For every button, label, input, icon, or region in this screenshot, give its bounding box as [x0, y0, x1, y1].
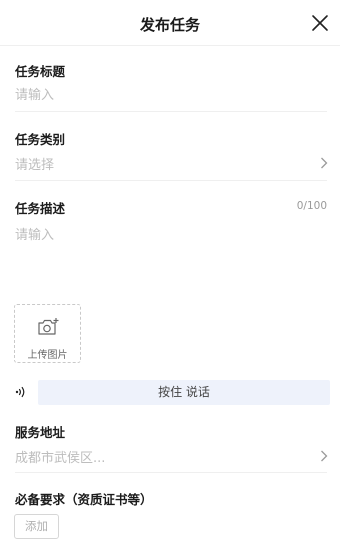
hold-to-talk-button[interactable]: 按住 说话	[38, 380, 330, 405]
upload-image-label: 上传图片	[27, 350, 68, 361]
divider	[15, 180, 327, 181]
service-address-select[interactable]: 成都市武侯区...	[15, 447, 315, 466]
char-counter: 0/100	[296, 200, 327, 212]
divider	[15, 111, 327, 112]
voice-wave-icon	[15, 386, 25, 398]
header-bar: 发布任务	[0, 0, 340, 46]
task-description-label: 任务描述	[15, 201, 66, 216]
task-category-select[interactable]: 请选择	[15, 154, 315, 173]
close-icon[interactable]	[310, 13, 330, 33]
camera-add-icon	[38, 318, 59, 335]
divider	[15, 472, 327, 473]
chevron-right-icon[interactable]	[320, 157, 328, 169]
page-title: 发布任务	[139, 16, 200, 34]
requirements-label: 必备要求（资质证书等）	[15, 492, 153, 507]
task-title-label: 任务标题	[15, 64, 66, 79]
task-description-input[interactable]	[15, 224, 327, 294]
task-category-label: 任务类别	[15, 132, 66, 147]
chevron-right-icon[interactable]	[320, 450, 328, 462]
task-title-input[interactable]	[15, 86, 315, 104]
service-address-label: 服务地址	[15, 425, 66, 440]
upload-image-button[interactable]: 上传图片	[14, 304, 81, 363]
add-requirement-button[interactable]: 添加	[14, 514, 59, 539]
